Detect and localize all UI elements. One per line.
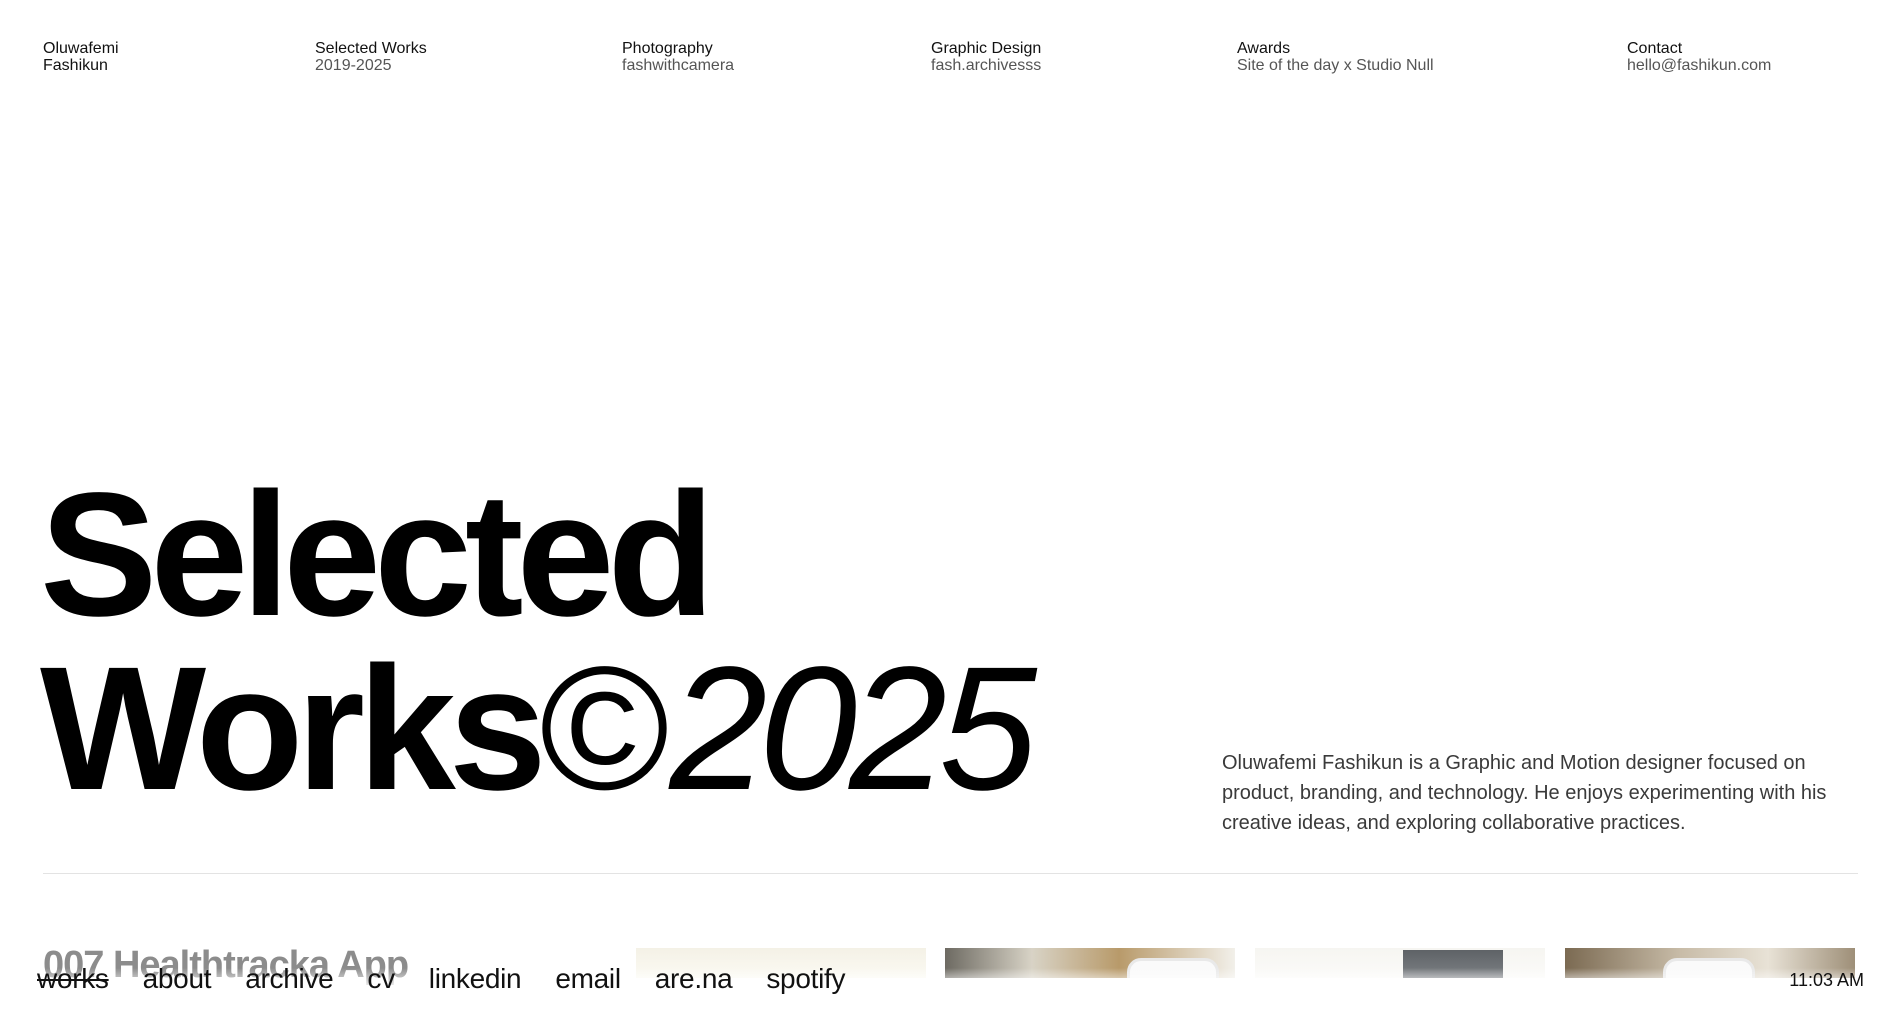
meta-graphic-design-link[interactable]: fash.archivesss [931,57,1041,74]
nav-cv[interactable]: cv [367,962,395,996]
bottom-nav: works about archive cv linkedin email ar… [37,962,845,996]
top-meta-bar: Oluwafemi Fashikun Selected Works 2019-2… [0,40,1902,80]
meta-photography-link[interactable]: fashwithcamera [622,57,734,74]
copyright-symbol: © [539,631,670,827]
meta-graphic-design[interactable]: Graphic Design fash.archivesss [931,40,1041,74]
meta-contact[interactable]: Contact hello@fashikun.com [1627,40,1771,74]
meta-photography-label: Photography [622,40,713,57]
intro-paragraph: Oluwafemi Fashikun is a Graphic and Moti… [1222,752,1827,834]
meta-photography[interactable]: Photography fashwithcamera [622,40,734,74]
designer-last-name: Fashikun [43,57,108,74]
meta-contact-label: Contact [1627,40,1683,57]
title-year: 2025 [669,631,1037,827]
meta-contact-email-link[interactable]: hello@fashikun.com [1627,57,1771,74]
meta-selected-works-value: 2019-2025 [315,57,392,74]
nav-spotify[interactable]: spotify [766,962,845,996]
designer-first-name: Oluwafemi [43,40,119,57]
meta-selected-works-label: Selected Works [315,40,427,57]
page-title: Selected Works©2025 [40,457,1037,817]
local-time: 11:03 AM [1789,970,1864,990]
title-line-2: Works©2025 [40,641,1037,817]
meta-graphic-design-label: Graphic Design [931,40,1042,57]
title-works: Works [40,631,547,827]
nav-email[interactable]: email [555,962,621,996]
meta-awards-label: Awards [1237,40,1291,57]
meta-selected-works[interactable]: Selected Works 2019-2025 [315,40,427,74]
nav-linkedin[interactable]: linkedin [429,962,522,996]
designer-name[interactable]: Oluwafemi Fashikun [43,40,119,74]
nav-about[interactable]: about [143,962,212,996]
title-line-1: Selected [40,457,715,653]
nav-works[interactable]: works [37,962,109,996]
meta-awards[interactable]: Awards Site of the day x Studio Null [1237,40,1434,74]
nav-arena[interactable]: are.na [655,962,733,996]
section-divider [43,873,1858,874]
meta-awards-value: Site of the day x Studio Null [1237,57,1434,74]
nav-archive[interactable]: archive [245,962,333,996]
